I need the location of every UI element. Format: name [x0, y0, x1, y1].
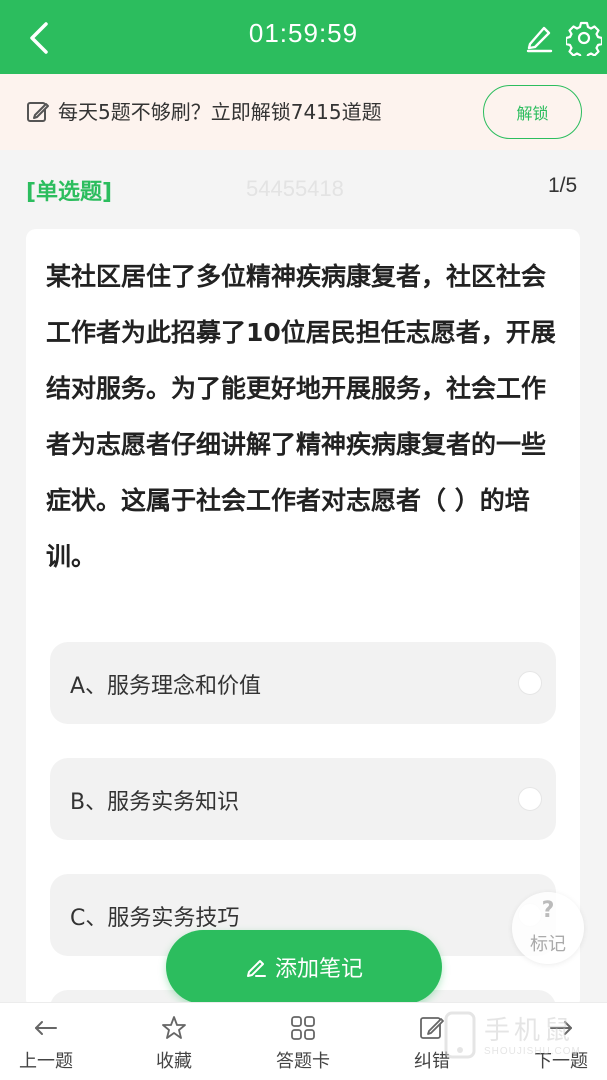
unlock-button[interactable]: 解锁 [483, 85, 582, 139]
brand-watermark: 手机鼠 SHOUJISHU.COM [438, 1004, 606, 1066]
answer-card-tab[interactable]: 答题卡 [253, 1003, 353, 1080]
favorite-tab[interactable]: 收藏 [124, 1003, 224, 1080]
question-mark-icon: ? [541, 898, 555, 923]
grid-icon [291, 1016, 315, 1040]
tab-label: 上一题 [19, 1051, 73, 1072]
radio-circle-icon[interactable] [518, 671, 542, 695]
add-note-label: 添加笔记 [274, 957, 363, 982]
question-id-watermark: 54455418 [246, 176, 344, 201]
add-note-button[interactable]: 添加笔记 [166, 930, 442, 1004]
pen-icon [246, 960, 266, 977]
brand-name-en: SHOUJISHU.COM [484, 1046, 581, 1057]
radio-circle-icon[interactable] [518, 787, 542, 811]
question-text: 某社区居住了多位精神疾病康复者，社区社会工作者为此招募了10位居民担任志愿者，开… [46, 262, 556, 571]
edit-pen-icon[interactable] [522, 20, 556, 54]
option-label: C、服务实务技巧 [70, 906, 240, 931]
note-edit-icon [27, 102, 49, 122]
prev-question-tab[interactable]: 上一题 [0, 1003, 96, 1080]
mark-question-button[interactable]: ? 标记 [512, 892, 584, 964]
question-type-label: [单选题] [26, 180, 113, 205]
star-icon [162, 1016, 186, 1039]
tab-label: 答题卡 [276, 1051, 330, 1072]
unlock-promo-banner: 每天5题不够刷？立即解锁7415道题 解锁 [0, 74, 607, 150]
brand-logo-icon [444, 1011, 476, 1059]
option-b[interactable]: B、服务实务知识 [50, 758, 556, 840]
promo-text: 每天5题不够刷？立即解锁7415道题 [58, 100, 382, 124]
settings-gear-icon[interactable] [566, 20, 602, 56]
question-card: 某社区居住了多位精神疾病康复者，社区社会工作者为此招募了10位居民担任志愿者，开… [26, 229, 580, 1009]
option-a[interactable]: A、服务理念和价值 [50, 642, 556, 724]
tab-label: 收藏 [156, 1051, 192, 1072]
question-progress: 1/5 [548, 174, 578, 197]
top-bar: 01:59:59 [0, 0, 607, 74]
option-label: B、服务实务知识 [70, 790, 240, 815]
arrow-left-icon [35, 1021, 57, 1035]
mark-label: 标记 [530, 934, 566, 955]
option-label: A、服务理念和价值 [70, 674, 262, 699]
brand-name-cn: 手机鼠 [484, 1016, 575, 1046]
countdown-timer: 01:59:59 [248, 18, 359, 48]
